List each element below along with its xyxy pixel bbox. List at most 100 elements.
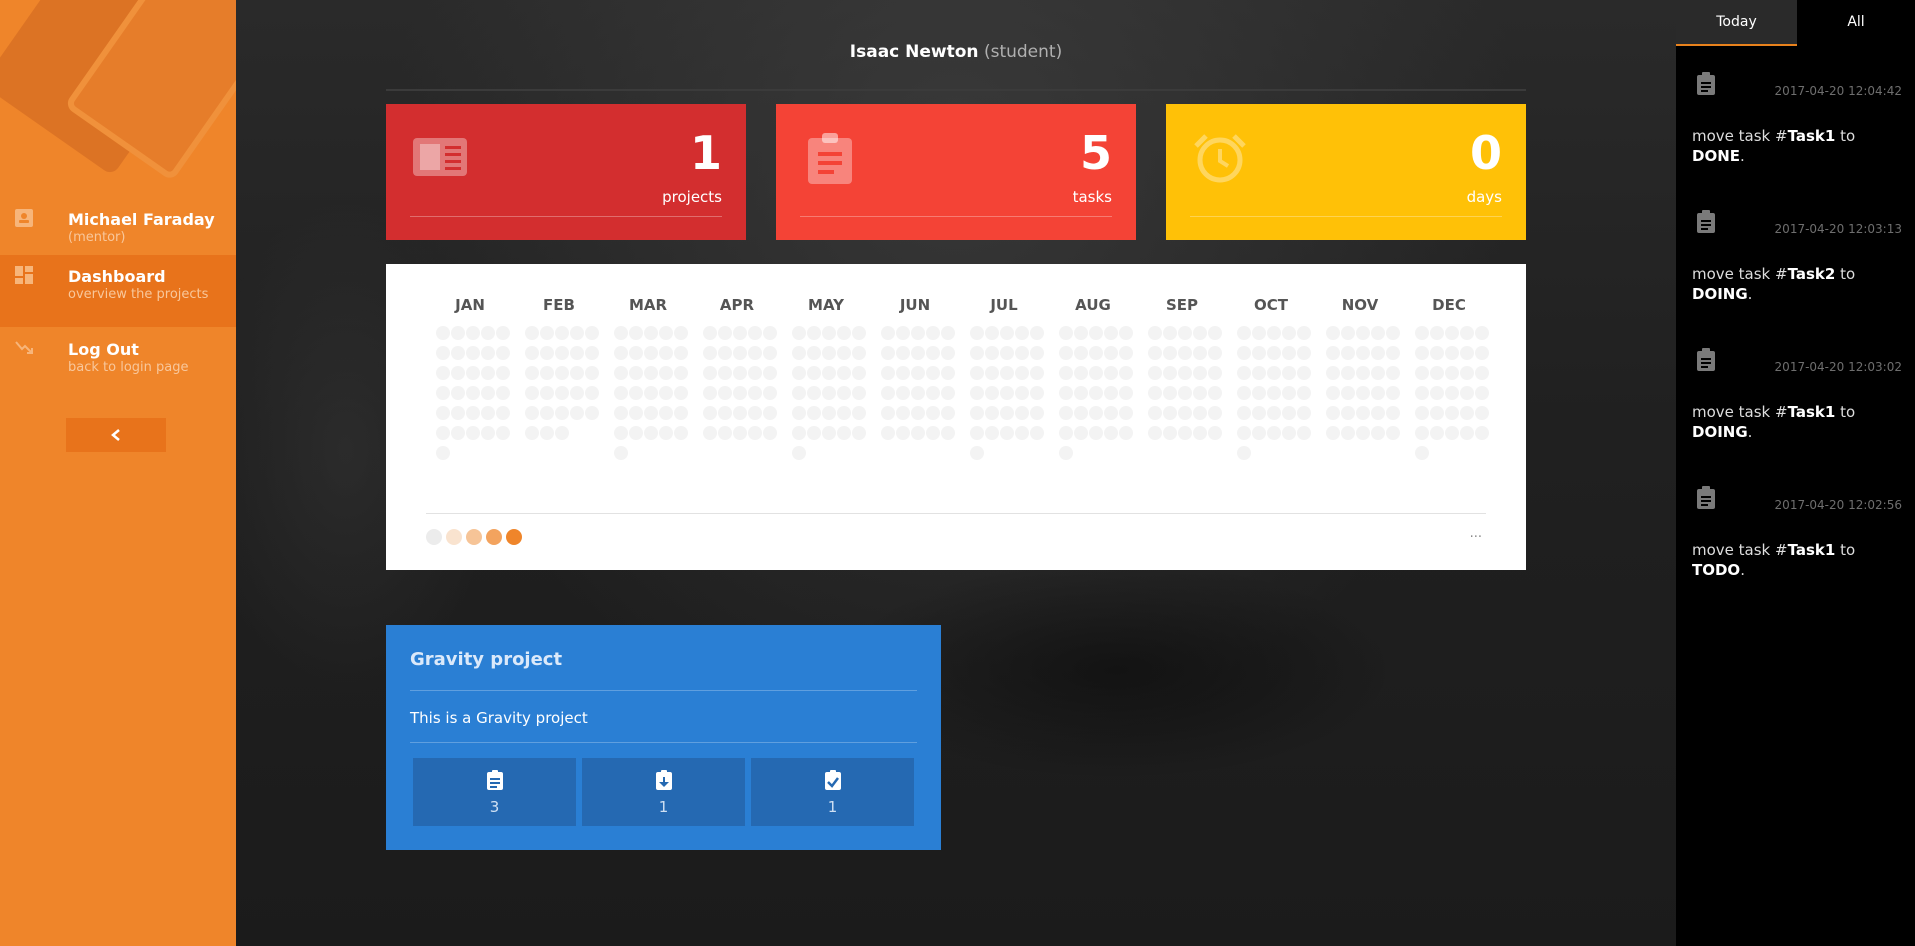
day-cell[interactable] <box>540 406 554 420</box>
collapse-sidebar-button[interactable] <box>66 418 166 452</box>
day-cell[interactable] <box>1252 366 1266 380</box>
day-cell[interactable] <box>585 346 599 360</box>
day-cell[interactable] <box>496 346 510 360</box>
day-cell[interactable] <box>1030 406 1044 420</box>
day-cell[interactable] <box>1430 326 1444 340</box>
day-cell[interactable] <box>703 346 717 360</box>
day-cell[interactable] <box>1163 366 1177 380</box>
day-cell[interactable] <box>1237 366 1251 380</box>
day-cell[interactable] <box>985 386 999 400</box>
day-cell[interactable] <box>881 406 895 420</box>
day-cell[interactable] <box>911 366 925 380</box>
day-cell[interactable] <box>718 426 732 440</box>
day-cell[interactable] <box>1237 406 1251 420</box>
day-cell[interactable] <box>451 386 465 400</box>
day-cell[interactable] <box>837 386 851 400</box>
day-cell[interactable] <box>1119 406 1133 420</box>
day-cell[interactable] <box>525 346 539 360</box>
day-cell[interactable] <box>1341 346 1355 360</box>
day-cell[interactable] <box>674 326 688 340</box>
stat-card-days[interactable]: 0 days <box>1166 104 1526 240</box>
day-cell[interactable] <box>792 346 806 360</box>
day-cell[interactable] <box>451 426 465 440</box>
day-cell[interactable] <box>1015 346 1029 360</box>
day-cell[interactable] <box>1445 346 1459 360</box>
day-cell[interactable] <box>1371 326 1385 340</box>
day-cell[interactable] <box>629 366 643 380</box>
day-cell[interactable] <box>1267 366 1281 380</box>
day-cell[interactable] <box>659 406 673 420</box>
day-cell[interactable] <box>1074 426 1088 440</box>
day-cell[interactable] <box>1104 346 1118 360</box>
day-cell[interactable] <box>1282 406 1296 420</box>
day-cell[interactable] <box>911 406 925 420</box>
stat-card-tasks[interactable]: 5 tasks <box>776 104 1136 240</box>
day-cell[interactable] <box>555 346 569 360</box>
day-cell[interactable] <box>540 366 554 380</box>
day-cell[interactable] <box>911 386 925 400</box>
day-cell[interactable] <box>911 426 925 440</box>
day-cell[interactable] <box>466 426 480 440</box>
day-cell[interactable] <box>585 366 599 380</box>
day-cell[interactable] <box>1089 366 1103 380</box>
day-cell[interactable] <box>481 326 495 340</box>
day-cell[interactable] <box>941 366 955 380</box>
day-cell[interactable] <box>1030 386 1044 400</box>
day-cell[interactable] <box>1178 406 1192 420</box>
day-cell[interactable] <box>1074 366 1088 380</box>
day-cell[interactable] <box>1178 326 1192 340</box>
day-cell[interactable] <box>496 426 510 440</box>
day-cell[interactable] <box>1059 346 1073 360</box>
day-cell[interactable] <box>926 346 940 360</box>
day-cell[interactable] <box>896 326 910 340</box>
day-cell[interactable] <box>807 406 821 420</box>
day-cell[interactable] <box>1386 386 1400 400</box>
day-cell[interactable] <box>792 426 806 440</box>
day-cell[interactable] <box>674 386 688 400</box>
day-cell[interactable] <box>1089 386 1103 400</box>
day-cell[interactable] <box>436 366 450 380</box>
day-cell[interactable] <box>570 366 584 380</box>
day-cell[interactable] <box>1000 366 1014 380</box>
day-cell[interactable] <box>555 386 569 400</box>
day-cell[interactable] <box>852 426 866 440</box>
day-cell[interactable] <box>1000 346 1014 360</box>
day-cell[interactable] <box>792 446 806 460</box>
day-cell[interactable] <box>1030 326 1044 340</box>
day-cell[interactable] <box>852 346 866 360</box>
day-cell[interactable] <box>1460 386 1474 400</box>
day-cell[interactable] <box>1089 326 1103 340</box>
day-cell[interactable] <box>555 326 569 340</box>
day-cell[interactable] <box>1267 386 1281 400</box>
day-cell[interactable] <box>1163 326 1177 340</box>
day-cell[interactable] <box>1475 326 1489 340</box>
sidebar-item-logout[interactable]: Log Out back to login page <box>0 328 236 400</box>
day-cell[interactable] <box>837 426 851 440</box>
day-cell[interactable] <box>1237 446 1251 460</box>
day-cell[interactable] <box>1297 346 1311 360</box>
day-cell[interactable] <box>1237 346 1251 360</box>
day-cell[interactable] <box>1252 426 1266 440</box>
day-cell[interactable] <box>644 406 658 420</box>
day-cell[interactable] <box>1445 386 1459 400</box>
day-cell[interactable] <box>703 426 717 440</box>
day-cell[interactable] <box>1089 426 1103 440</box>
day-cell[interactable] <box>1119 326 1133 340</box>
day-cell[interactable] <box>570 406 584 420</box>
day-cell[interactable] <box>1341 386 1355 400</box>
day-cell[interactable] <box>1208 406 1222 420</box>
day-cell[interactable] <box>852 366 866 380</box>
day-cell[interactable] <box>540 426 554 440</box>
day-cell[interactable] <box>1445 366 1459 380</box>
day-cell[interactable] <box>718 346 732 360</box>
day-cell[interactable] <box>881 426 895 440</box>
day-cell[interactable] <box>451 346 465 360</box>
day-cell[interactable] <box>1371 386 1385 400</box>
day-cell[interactable] <box>1326 386 1340 400</box>
day-cell[interactable] <box>1326 346 1340 360</box>
day-cell[interactable] <box>1163 406 1177 420</box>
day-cell[interactable] <box>1430 346 1444 360</box>
day-cell[interactable] <box>629 386 643 400</box>
day-cell[interactable] <box>1237 386 1251 400</box>
day-cell[interactable] <box>1178 346 1192 360</box>
